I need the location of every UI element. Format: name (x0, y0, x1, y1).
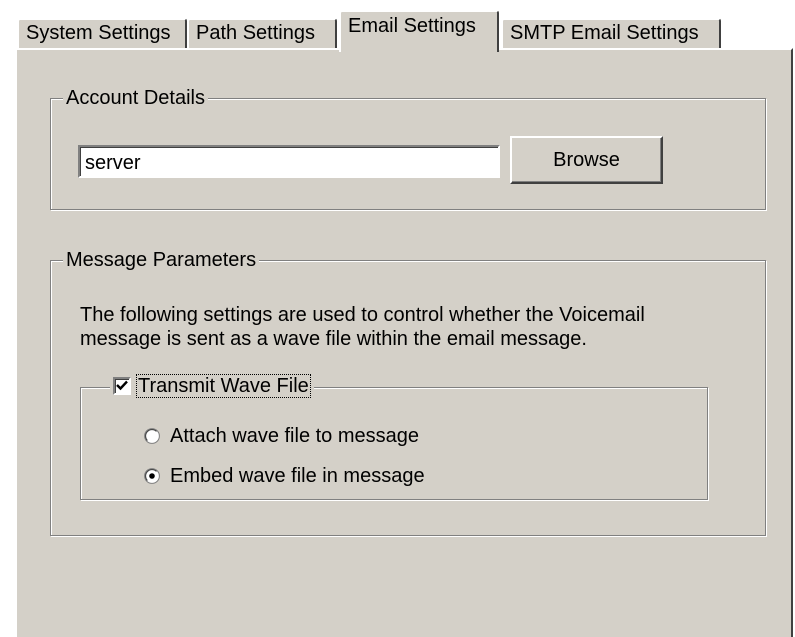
transmit-wave-file-label: Transmit Wave File (136, 374, 311, 398)
check-mark-icon (116, 380, 128, 391)
account-server-input[interactable] (78, 145, 500, 178)
tab-path-settings[interactable]: Path Settings (187, 18, 337, 50)
radio-selected-icon[interactable] (144, 468, 160, 484)
radio-attach-wave-file[interactable]: Attach wave file to message (144, 424, 419, 448)
checkbox-box[interactable] (113, 377, 131, 395)
description-line-2: message is sent as a wave file within th… (80, 328, 587, 350)
description-line-1: The following settings are used to contr… (80, 304, 645, 326)
radio-embed-wave-file[interactable]: Embed wave file in message (144, 464, 425, 488)
tab-system-settings[interactable]: System Settings (17, 18, 187, 50)
tab-label: System Settings (26, 22, 171, 44)
transmit-wave-file-checkbox[interactable]: Transmit Wave File (110, 374, 314, 398)
account-details-title: Account Details (63, 86, 208, 110)
email-settings-dialog: System Settings Path Settings Email Sett… (0, 0, 795, 637)
radio-unselected-icon[interactable] (144, 428, 160, 444)
browse-button[interactable]: Browse (510, 136, 663, 184)
radio-attach-label: Attach wave file to message (170, 425, 420, 447)
radio-embed-label: Embed wave file in message (170, 465, 425, 487)
tab-smtp-email-settings[interactable]: SMTP Email Settings (501, 18, 721, 50)
tab-label: Path Settings (196, 22, 315, 44)
tab-label: SMTP Email Settings (510, 22, 699, 44)
tab-label: Email Settings (348, 15, 476, 37)
tab-email-settings[interactable]: Email Settings (339, 10, 499, 52)
message-parameters-title: Message Parameters (63, 248, 260, 272)
